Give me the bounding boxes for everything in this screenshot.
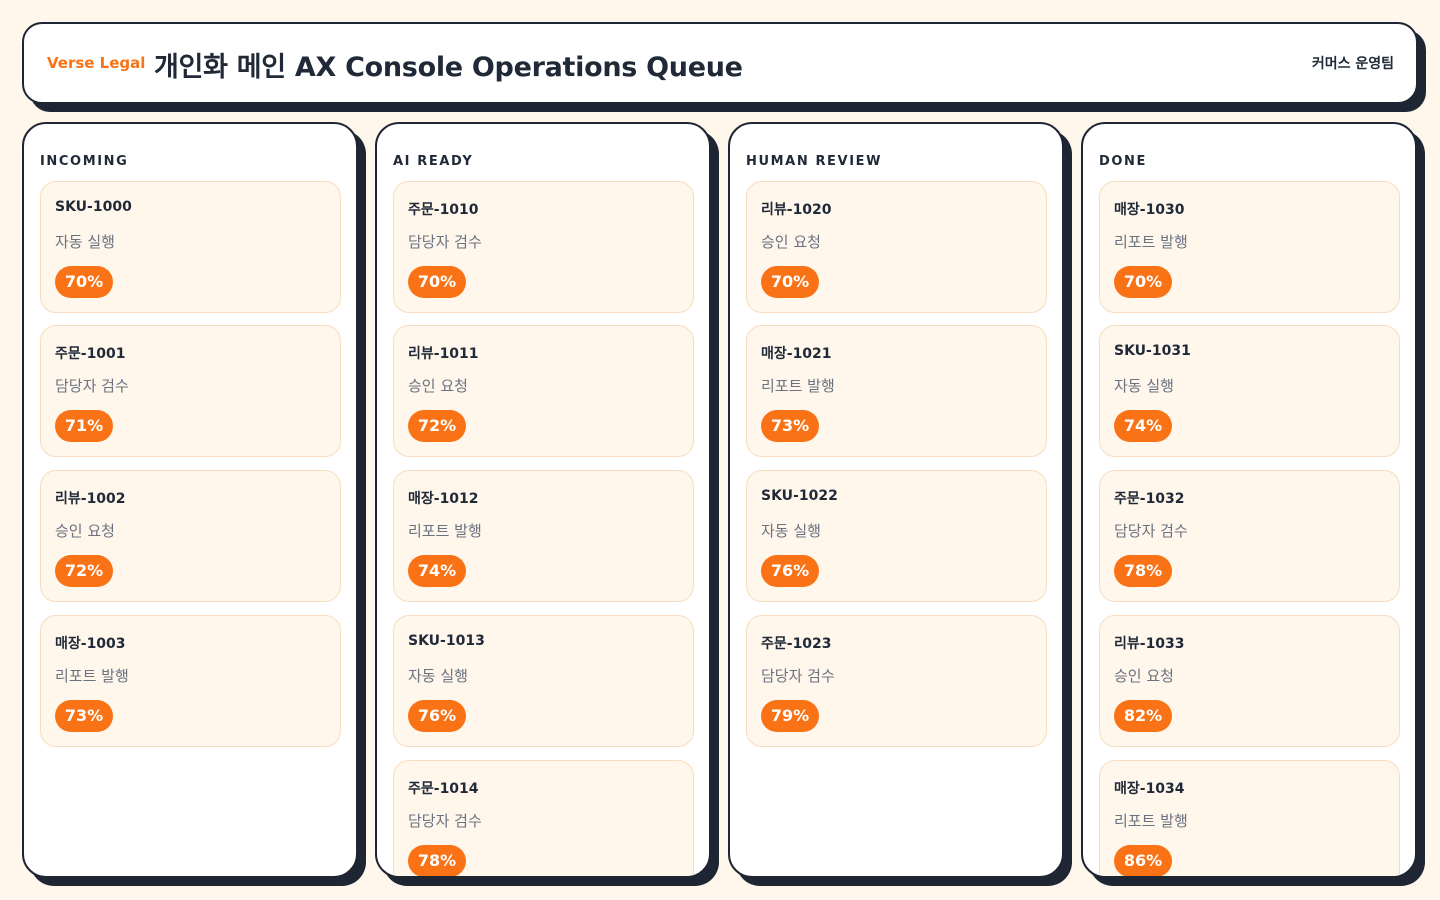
card-id: 매장-1030 xyxy=(1114,202,1185,218)
card-description: 리포트 발행 xyxy=(55,667,129,685)
progress-badge: 71% xyxy=(55,410,113,442)
card-id: 리뷰-1020 xyxy=(761,202,832,218)
card-description: 자동 실행 xyxy=(1114,377,1174,395)
task-card[interactable]: SKU-1000 자동 실행 70% xyxy=(40,181,341,313)
card-id: 매장-1003 xyxy=(55,636,126,652)
progress-badge: 78% xyxy=(1114,555,1172,587)
page-title: 개인화 메인 AX Console Operations Queue xyxy=(154,52,743,83)
card-id: 리뷰-1033 xyxy=(1114,636,1185,652)
card-id: SKU-1013 xyxy=(408,633,485,649)
task-card[interactable]: SKU-1013 자동 실행 76% xyxy=(393,615,694,747)
card-id: 매장-1021 xyxy=(761,346,832,362)
card-id: 주문-1014 xyxy=(408,781,479,797)
card-id: SKU-1022 xyxy=(761,488,838,504)
progress-badge: 74% xyxy=(1114,410,1172,442)
progress-badge: 70% xyxy=(55,266,113,298)
progress-badge: 70% xyxy=(408,266,466,298)
card-description: 담당자 검수 xyxy=(1114,522,1188,540)
card-description: 리포트 발행 xyxy=(408,522,482,540)
card-id: 주문-1001 xyxy=(55,346,126,362)
card-description: 담당자 검수 xyxy=(761,667,835,685)
task-card[interactable]: 주문-1001 담당자 검수 71% xyxy=(40,325,341,457)
progress-badge: 70% xyxy=(1114,266,1172,298)
card-id: 주문-1023 xyxy=(761,636,832,652)
column-human-review: HUMAN REVIEW 리뷰-1020 승인 요청 70% 매장-1021 리… xyxy=(728,122,1064,878)
column-title: INCOMING xyxy=(40,154,129,169)
progress-badge: 78% xyxy=(408,845,466,876)
task-card[interactable]: 매장-1021 리포트 발행 73% xyxy=(746,325,1047,457)
progress-badge: 70% xyxy=(761,266,819,298)
task-card[interactable]: 주문-1014 담당자 검수 78% xyxy=(393,760,694,876)
card-description: 승인 요청 xyxy=(1114,667,1174,685)
card-description: 담당자 검수 xyxy=(55,377,129,395)
task-card[interactable]: 리뷰-1033 승인 요청 82% xyxy=(1099,615,1400,747)
progress-badge: 74% xyxy=(408,555,466,587)
card-description: 리포트 발행 xyxy=(1114,812,1188,830)
task-card[interactable]: 주문-1032 담당자 검수 78% xyxy=(1099,470,1400,602)
column-ai-ready: AI READY 주문-1010 담당자 검수 70% 리뷰-1011 승인 요… xyxy=(375,122,711,878)
progress-badge: 76% xyxy=(761,555,819,587)
card-description: 승인 요청 xyxy=(761,233,821,251)
task-card[interactable]: 매장-1030 리포트 발행 70% xyxy=(1099,181,1400,313)
card-description: 승인 요청 xyxy=(55,522,115,540)
card-description: 리포트 발행 xyxy=(761,377,835,395)
card-description: 담당자 검수 xyxy=(408,233,482,251)
progress-badge: 86% xyxy=(1114,845,1172,876)
column-done: DONE 매장-1030 리포트 발행 70% SKU-1031 자동 실행 7… xyxy=(1081,122,1417,878)
task-card[interactable]: 매장-1034 리포트 발행 86% xyxy=(1099,760,1400,876)
task-card[interactable]: 리뷰-1002 승인 요청 72% xyxy=(40,470,341,602)
card-id: 리뷰-1002 xyxy=(55,491,126,507)
progress-badge: 82% xyxy=(1114,700,1172,732)
column-title: AI READY xyxy=(393,154,474,169)
task-card[interactable]: 리뷰-1011 승인 요청 72% xyxy=(393,325,694,457)
column-title: DONE xyxy=(1099,154,1148,169)
card-id: SKU-1031 xyxy=(1114,343,1191,359)
task-card[interactable]: 리뷰-1020 승인 요청 70% xyxy=(746,181,1047,313)
team-label[interactable]: 커머스 운영팀 xyxy=(1312,53,1394,73)
progress-badge: 73% xyxy=(761,410,819,442)
progress-badge: 76% xyxy=(408,700,466,732)
brand-logo[interactable]: Verse Legal xyxy=(47,54,145,72)
card-description: 자동 실행 xyxy=(408,667,468,685)
task-card[interactable]: 주문-1023 담당자 검수 79% xyxy=(746,615,1047,747)
progress-badge: 79% xyxy=(761,700,819,732)
card-id: SKU-1000 xyxy=(55,199,132,215)
task-card[interactable]: 주문-1010 담당자 검수 70% xyxy=(393,181,694,313)
task-card[interactable]: 매장-1012 리포트 발행 74% xyxy=(393,470,694,602)
card-id: 매장-1034 xyxy=(1114,781,1185,797)
progress-badge: 73% xyxy=(55,700,113,732)
task-card[interactable]: 매장-1003 리포트 발행 73% xyxy=(40,615,341,747)
column-title: HUMAN REVIEW xyxy=(746,154,883,169)
progress-badge: 72% xyxy=(55,555,113,587)
card-id: 리뷰-1011 xyxy=(408,346,479,362)
card-id: 주문-1010 xyxy=(408,202,479,218)
card-description: 담당자 검수 xyxy=(408,812,482,830)
card-id: 주문-1032 xyxy=(1114,491,1185,507)
card-description: 리포트 발행 xyxy=(1114,233,1188,251)
task-card[interactable]: SKU-1031 자동 실행 74% xyxy=(1099,325,1400,457)
progress-badge: 72% xyxy=(408,410,466,442)
task-card[interactable]: SKU-1022 자동 실행 76% xyxy=(746,470,1047,602)
column-incoming: INCOMING SKU-1000 자동 실행 70% 주문-1001 담당자 … xyxy=(22,122,358,878)
card-description: 승인 요청 xyxy=(408,377,468,395)
card-description: 자동 실행 xyxy=(55,233,115,251)
card-id: 매장-1012 xyxy=(408,491,479,507)
page-header: Verse Legal 개인화 메인 AX Console Operations… xyxy=(22,22,1418,104)
card-description: 자동 실행 xyxy=(761,522,821,540)
